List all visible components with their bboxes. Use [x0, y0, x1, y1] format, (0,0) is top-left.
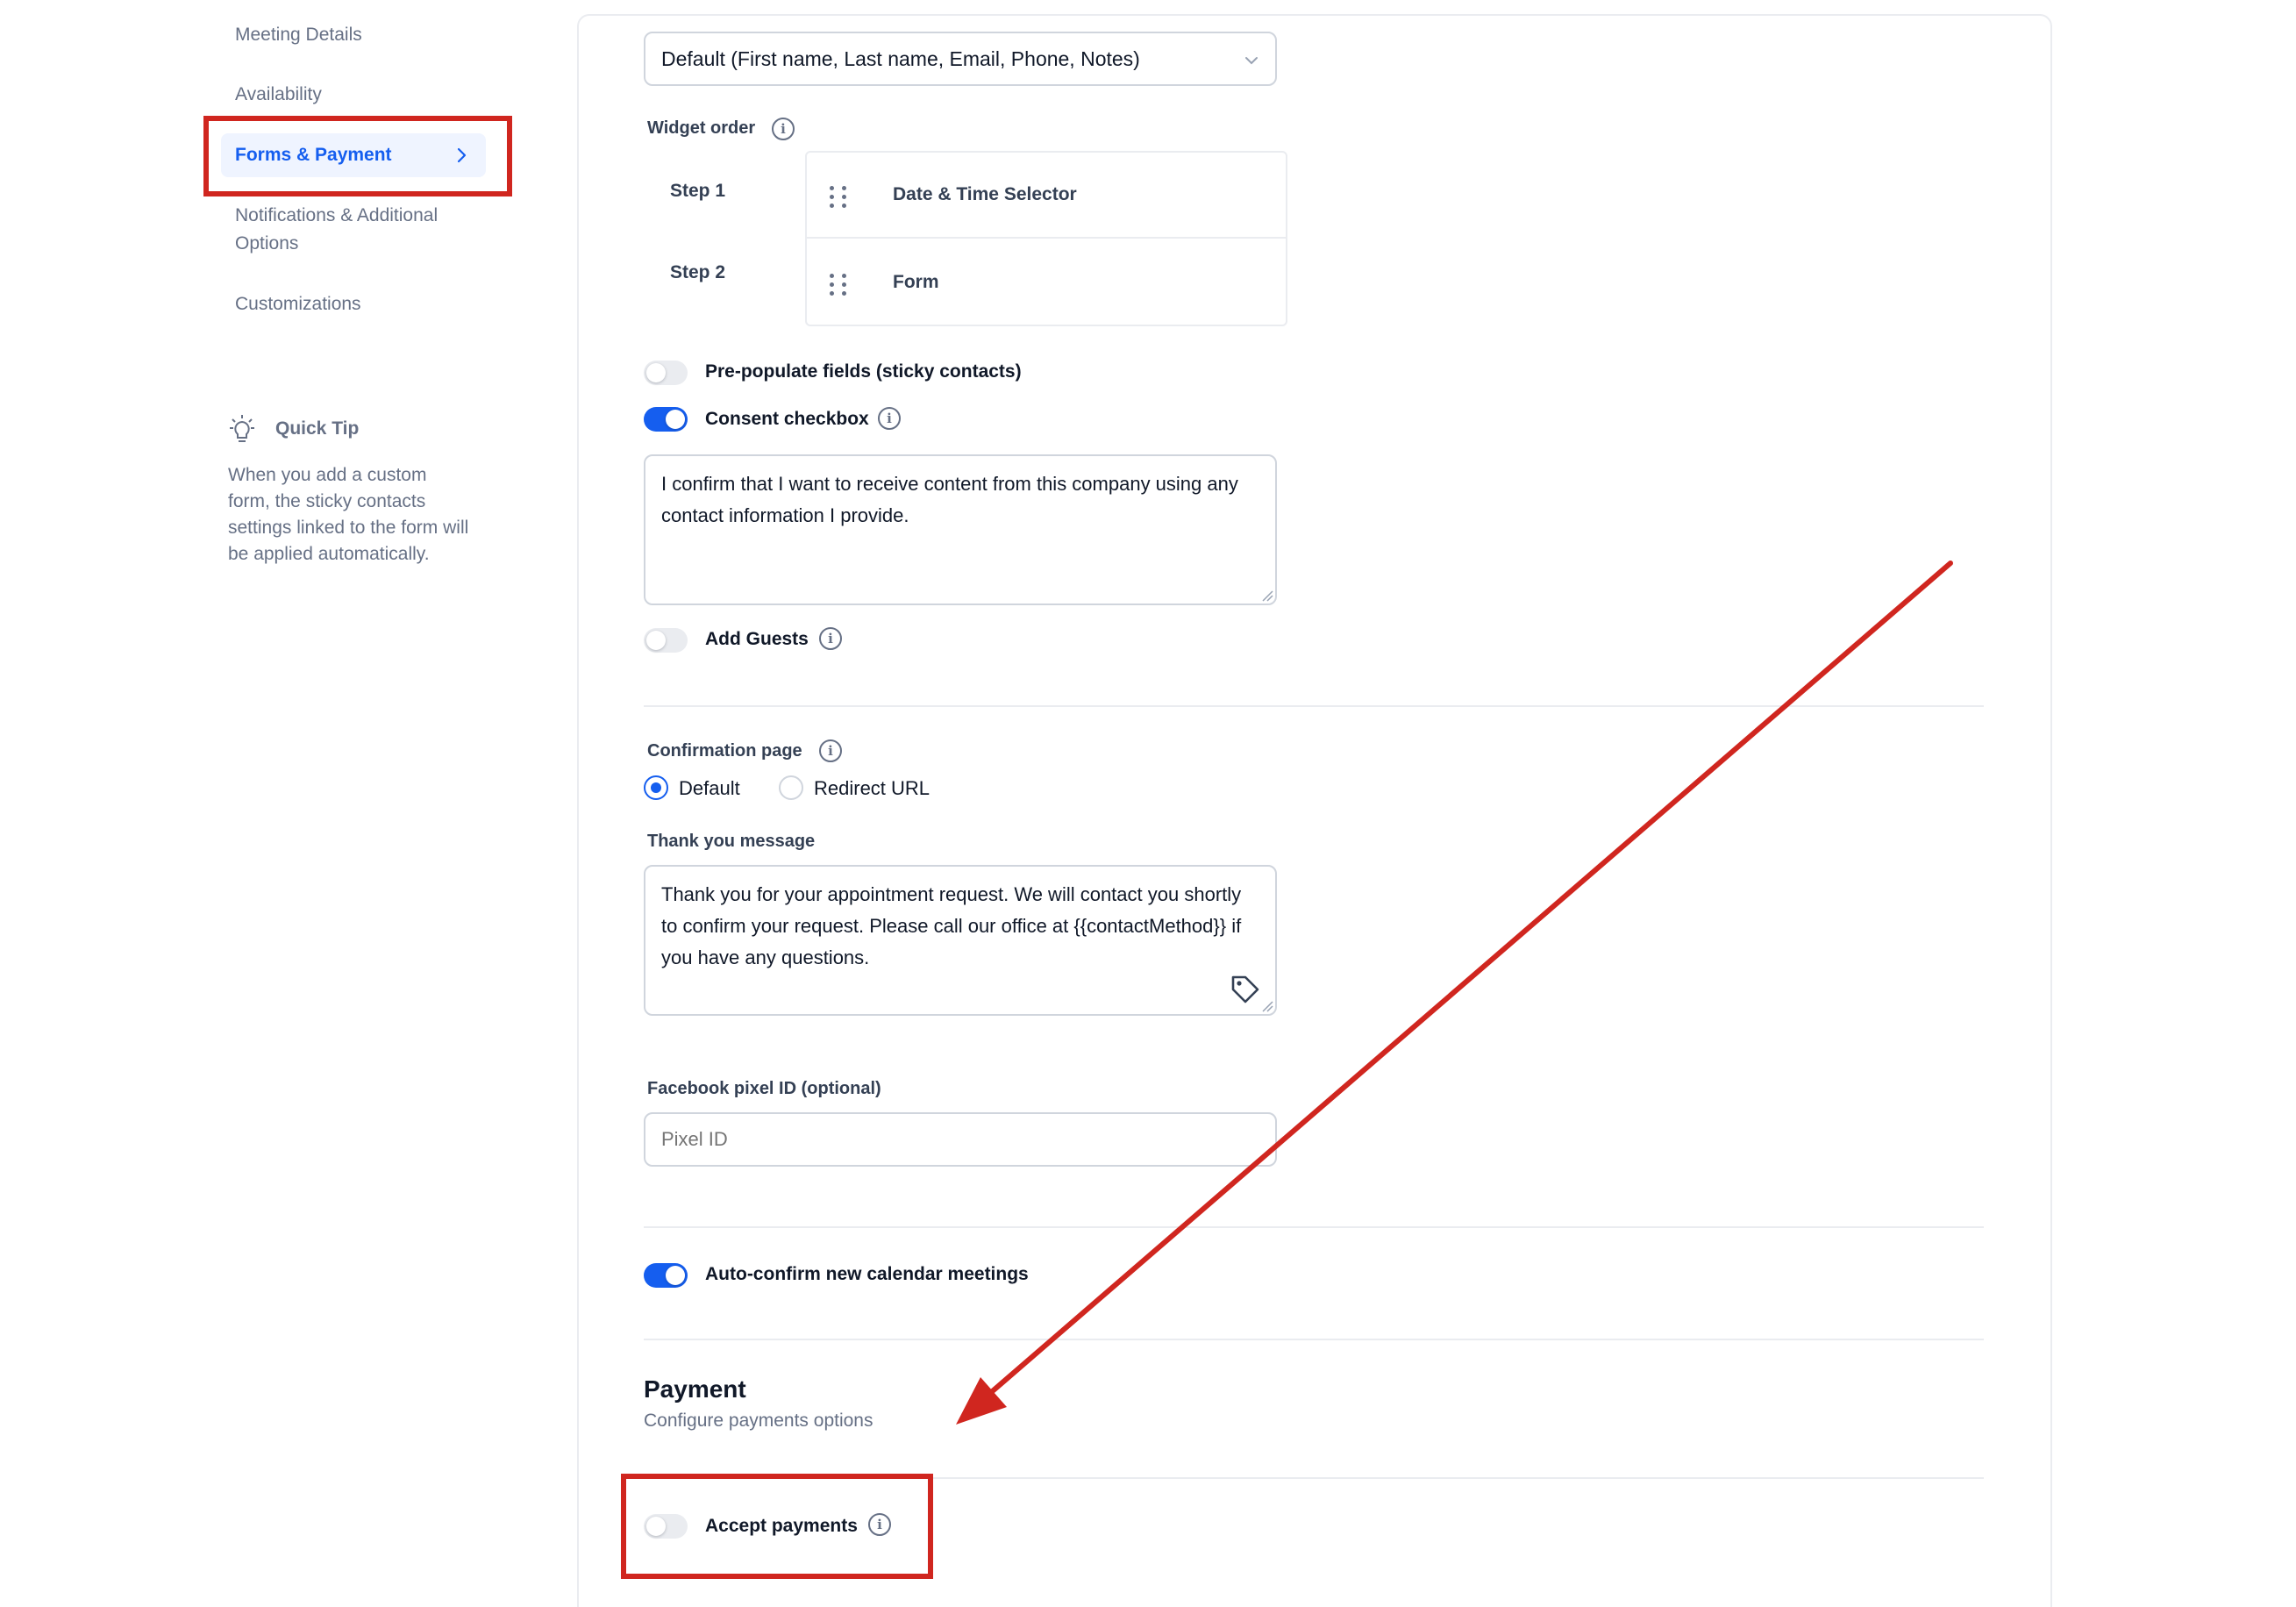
annotation-arrow-icon: [956, 561, 1953, 1425]
